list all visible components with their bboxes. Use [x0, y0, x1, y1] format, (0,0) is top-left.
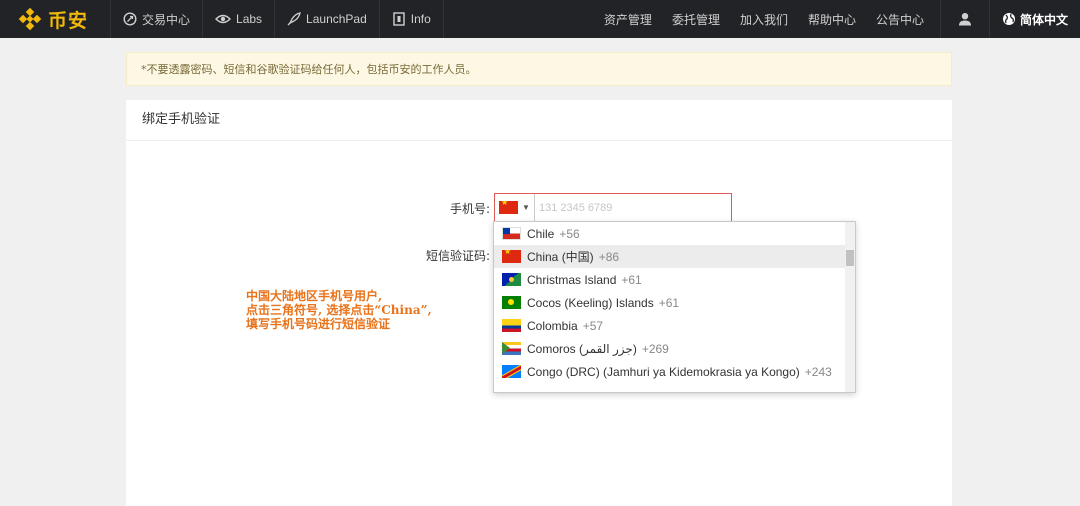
- secondary-nav: 资产管理 委托管理 加入我们 帮助中心 公告中心 简体中文: [594, 0, 1080, 38]
- language-label: 简体中文: [1019, 12, 1068, 27]
- dropdown-scrollbar[interactable]: [845, 222, 855, 392]
- comoros-flag-icon: [502, 342, 521, 355]
- nav-exchange-label: 交易中心: [142, 12, 191, 27]
- document-icon: [393, 12, 405, 26]
- country-option-china[interactable]: China (中国) +86: [494, 245, 846, 268]
- annotation-line: 点击三角符号, 选择点击“China”,: [246, 303, 432, 317]
- user-menu[interactable]: [940, 0, 990, 38]
- phone-label: 手机号:: [449, 202, 490, 216]
- nav-launchpad[interactable]: LaunchPad: [274, 0, 379, 38]
- country-option-congo-drc[interactable]: Congo (DRC) (Jamhuri ya Kidemokrasia ya …: [494, 360, 846, 383]
- nav-labs[interactable]: Labs: [202, 0, 274, 38]
- country-option-comoros[interactable]: Comoros (جزر القمر) +269: [494, 337, 846, 360]
- country-name: Colombia: [527, 318, 578, 333]
- nav-info-label: Info: [410, 12, 431, 26]
- colombia-flag-icon: [502, 319, 521, 332]
- user-icon: [959, 13, 971, 26]
- nav-exchange[interactable]: 交易中心: [110, 0, 202, 38]
- country-option-colombia[interactable]: Colombia +57: [494, 314, 846, 337]
- nav-info[interactable]: Info: [378, 0, 444, 38]
- nav-join-us[interactable]: 加入我们: [730, 0, 798, 38]
- globe-icon: [1002, 13, 1015, 25]
- scrollbar-thumb[interactable]: [846, 250, 854, 266]
- christmas-island-flag-icon: [502, 273, 521, 286]
- country-name: Christmas Island: [527, 272, 617, 287]
- congo-drc-flag-icon: [502, 365, 521, 378]
- card-title: 绑定手机验证: [126, 100, 952, 141]
- triangle-down-icon: ▼: [522, 203, 530, 212]
- language-selector[interactable]: 简体中文: [990, 0, 1080, 38]
- nav-assets[interactable]: 资产管理: [594, 0, 662, 38]
- dial-code: +57: [582, 318, 604, 333]
- china-flag-icon: [502, 250, 521, 263]
- country-option-christmas-island[interactable]: Christmas Island +61: [494, 268, 846, 291]
- nav-orders[interactable]: 委托管理: [662, 0, 730, 38]
- top-navigation-bar: 币安 交易中心 Labs LaunchPad Info 资产管理 委托管理 加入…: [0, 0, 1080, 38]
- security-notice: *不要透露密码、短信和谷歌验证码给任何人，包括币安的工作人员。: [126, 52, 952, 86]
- nav-labs-label: Labs: [236, 12, 263, 26]
- logo-text: 币安: [48, 9, 89, 32]
- dial-code: +61: [658, 295, 680, 310]
- phone-input[interactable]: [539, 194, 725, 221]
- dial-code: +86: [598, 249, 620, 264]
- nav-launchpad-label: LaunchPad: [306, 12, 367, 26]
- country-name: Cocos (Keeling) Islands: [527, 295, 654, 310]
- cocos-islands-flag-icon: [502, 296, 521, 309]
- country-name: Comoros (جزر القمر): [527, 341, 637, 356]
- dial-code: +56: [559, 226, 580, 241]
- annotation-line: 中国大陆地区手机号用户,: [246, 289, 383, 303]
- country-option-chile[interactable]: Chile +56: [494, 222, 846, 245]
- dial-code: +269: [641, 341, 669, 356]
- sms-code-label: 短信验证码:: [425, 249, 490, 263]
- dial-code: +243: [804, 364, 832, 379]
- chile-flag-icon: [502, 227, 521, 240]
- country-code-list[interactable]: Chile +56 China (中国) +86 Christmas Islan…: [493, 221, 856, 393]
- dial-code: +61: [621, 272, 642, 287]
- country-name: Chile: [527, 226, 555, 241]
- country-code-dropdown-button[interactable]: ▼: [495, 194, 535, 221]
- country-option-cocos-islands[interactable]: Cocos (Keeling) Islands +61: [494, 291, 846, 314]
- annotation-line: 填写手机号码进行短信验证: [246, 317, 391, 331]
- exchange-circle-icon: [123, 12, 137, 26]
- country-name: China (中国): [527, 250, 594, 264]
- nav-help-center[interactable]: 帮助中心: [798, 0, 866, 38]
- nav-announcements[interactable]: 公告中心: [866, 0, 934, 38]
- country-name: Congo (DRC) (Jamhuri ya Kidemokrasia ya …: [527, 364, 800, 379]
- china-flag-icon: [499, 201, 519, 214]
- eye-icon: [215, 14, 232, 24]
- instruction-annotation: 中国大陆地区手机号用户, 点击三角符号, 选择点击“China”, 填写手机号码…: [246, 289, 506, 331]
- rocket-icon: [287, 12, 301, 26]
- binance-logo-icon: [18, 7, 42, 31]
- phone-field: ▼: [494, 193, 732, 222]
- primary-nav: 交易中心 Labs LaunchPad Info: [110, 0, 444, 38]
- logo[interactable]: 币安: [0, 0, 110, 38]
